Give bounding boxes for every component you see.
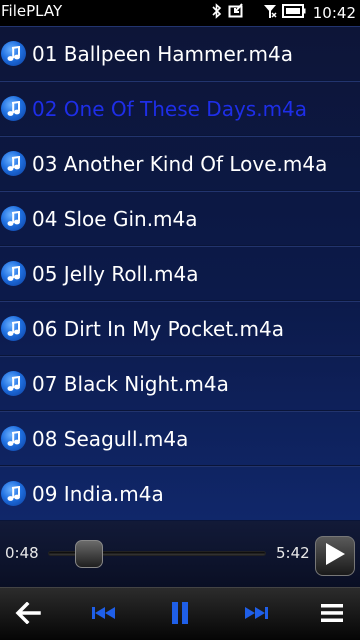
- track-row[interactable]: 02 One Of These Days.m4a: [0, 81, 360, 136]
- battery-icon: [281, 3, 306, 23]
- track-title: 08 Seagull.m4a: [32, 427, 189, 451]
- track-list[interactable]: 01 Ballpeen Hammer.m4a 02 One Of These Da…: [0, 26, 360, 521]
- back-arrow-icon: [15, 601, 41, 628]
- no-signal-icon: [263, 3, 277, 23]
- track-title: 02 One Of These Days.m4a: [32, 97, 308, 121]
- seek-thumb[interactable]: [75, 540, 103, 568]
- total-time: 5:42: [276, 544, 310, 562]
- track-row[interactable]: 05 Jelly Roll.m4a: [0, 246, 360, 301]
- track-title: 05 Jelly Roll.m4a: [32, 262, 199, 286]
- music-note-icon: [1, 371, 26, 396]
- status-bar: FilePLAY 10:42: [0, 0, 360, 26]
- play-icon: [323, 542, 347, 570]
- music-note-icon: [1, 481, 26, 506]
- music-note-icon: [1, 261, 26, 286]
- bottom-toolbar: [0, 587, 360, 640]
- next-track-button[interactable]: [228, 588, 284, 640]
- track-row[interactable]: 03 Another Kind Of Love.m4a: [0, 136, 360, 191]
- track-row[interactable]: 08 Seagull.m4a: [0, 411, 360, 466]
- play-button[interactable]: [315, 536, 355, 576]
- pause-button[interactable]: [152, 588, 208, 640]
- music-note-icon: [1, 426, 26, 451]
- music-note-icon: [1, 206, 26, 231]
- pause-icon: [170, 601, 190, 629]
- track-title: 01 Ballpeen Hammer.m4a: [32, 42, 294, 66]
- track-title: 03 Another Kind Of Love.m4a: [32, 152, 328, 176]
- app-name: FilePLAY: [1, 2, 63, 20]
- bluetooth-icon: [211, 3, 223, 23]
- track-title: 09 India.m4a: [32, 482, 164, 506]
- charging-icon: [228, 3, 244, 23]
- player-bar: 0:48 5:42: [0, 521, 360, 587]
- track-title: 07 Black Night.m4a: [32, 372, 229, 396]
- status-indicators: 10:42: [211, 3, 356, 23]
- music-note-icon: [1, 316, 26, 341]
- music-note-icon: [1, 41, 26, 66]
- previous-track-button[interactable]: [76, 588, 132, 640]
- options-menu-button[interactable]: [304, 588, 360, 640]
- track-row[interactable]: 01 Ballpeen Hammer.m4a: [0, 26, 360, 81]
- music-note-icon: [1, 96, 26, 121]
- menu-icon: [320, 603, 344, 627]
- track-title: 06 Dirt In My Pocket.m4a: [32, 317, 284, 341]
- elapsed-time: 0:48: [5, 544, 39, 562]
- back-button[interactable]: [0, 588, 56, 640]
- clock: 10:42: [312, 4, 356, 22]
- track-row[interactable]: 04 Sloe Gin.m4a: [0, 191, 360, 246]
- track-title: 04 Sloe Gin.m4a: [32, 207, 198, 231]
- next-track-icon: [243, 605, 269, 625]
- track-row[interactable]: 07 Black Night.m4a: [0, 356, 360, 411]
- previous-track-icon: [91, 605, 117, 625]
- music-note-icon: [1, 151, 26, 176]
- track-row[interactable]: 09 India.m4a: [0, 466, 360, 521]
- track-row[interactable]: 06 Dirt In My Pocket.m4a: [0, 301, 360, 356]
